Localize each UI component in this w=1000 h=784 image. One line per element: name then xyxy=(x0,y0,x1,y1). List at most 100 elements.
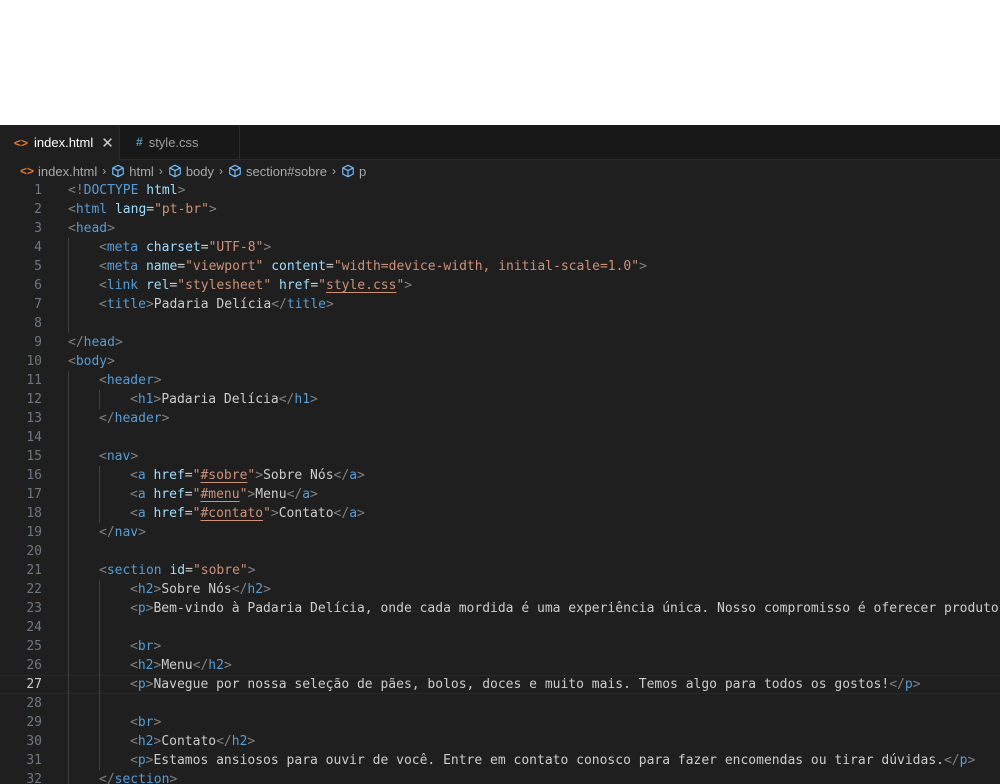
code-attribute: href xyxy=(153,506,185,521)
code-punctuation: </ xyxy=(943,753,960,768)
code-line-content: </header> xyxy=(99,409,169,428)
breadcrumb-item-file[interactable]: <> index.html xyxy=(20,164,97,179)
code-line[interactable]: 23 <p>Bem-vindo à Padaria Delícia, onde c… xyxy=(0,599,1000,618)
code-punctuation: < xyxy=(99,373,107,388)
code-line[interactable]: 8 xyxy=(0,314,1000,333)
code-tag-name: p xyxy=(137,677,146,692)
code-line[interactable]: 5 <meta name="viewport" content="width=de… xyxy=(0,257,1000,276)
code-punctuation: </ xyxy=(333,506,350,521)
code-tag-name: br xyxy=(137,715,154,730)
indent-guide xyxy=(99,751,100,770)
code-punctuation: > xyxy=(138,525,146,540)
code-punctuation: </ xyxy=(889,677,905,692)
code-tag-name: br xyxy=(137,639,154,654)
code-line[interactable]: 20 xyxy=(0,542,1000,561)
code-line[interactable]: 21 <section id="sobre"> xyxy=(0,561,1000,580)
breadcrumb-item-body[interactable]: body xyxy=(168,164,214,179)
code-link[interactable]: #sobre xyxy=(200,468,247,483)
code-link[interactable]: #menu xyxy=(200,487,239,502)
code-line[interactable]: 6 <link rel="stylesheet" href="style.css"… xyxy=(0,276,1000,295)
code-link[interactable]: #contato xyxy=(200,506,263,521)
code-tag-name: a xyxy=(137,487,146,502)
blank-area xyxy=(0,0,1000,125)
code-line[interactable]: 3 <head> xyxy=(0,219,1000,238)
code-line[interactable]: 24 xyxy=(0,618,1000,637)
code-tag-name: meta xyxy=(106,259,139,274)
line-number: 12 xyxy=(26,392,42,407)
indent-guide xyxy=(99,390,100,409)
close-icon[interactable]: ✕ xyxy=(101,134,114,152)
code-tag-name: h1 xyxy=(294,392,311,407)
breadcrumb-item-html[interactable]: html xyxy=(111,164,154,179)
code-punctuation: > xyxy=(263,582,271,597)
code-line[interactable]: 22 <h2>Sobre Nós</h2> xyxy=(0,580,1000,599)
code-line[interactable]: 9 </head> xyxy=(0,333,1000,352)
tab-index-html[interactable]: <> index.html ✕ xyxy=(0,125,120,160)
code-tag-name: p xyxy=(904,677,913,692)
code-line[interactable]: 15 <nav> xyxy=(0,447,1000,466)
code-area[interactable]: 1 <!DOCTYPE html> 2 <html lang="pt-br"> 3 <he… xyxy=(0,181,1000,784)
code-line[interactable]: 2 <html lang="pt-br"> xyxy=(0,200,1000,219)
code-line[interactable]: 26 <h2>Menu</h2> xyxy=(0,656,1000,675)
code-line[interactable]: 16 <a href="#sobre">Sobre Nós</a> xyxy=(0,466,1000,485)
line-number: 32 xyxy=(26,772,42,784)
code-line[interactable]: 7 <title>Padaria Delícia</title> xyxy=(0,295,1000,314)
code-line-content: <a href="#menu">Menu</a> xyxy=(130,485,318,504)
code-line[interactable]: 11 <header> xyxy=(0,371,1000,390)
indent-guide xyxy=(99,580,100,599)
code-line[interactable]: 4 <meta charset="UTF-8"> xyxy=(0,238,1000,257)
code-line[interactable]: 32 </section> xyxy=(0,770,1000,784)
code-text: Contato xyxy=(278,506,334,521)
code-line-content: <!DOCTYPE html> xyxy=(68,181,185,200)
code-line[interactable]: 29 <br> xyxy=(0,713,1000,732)
code-tag-name: body xyxy=(75,354,108,369)
symbol-element-icon xyxy=(341,164,355,178)
code-line[interactable]: 27 <p>Navegue por nossa seleção de pães, … xyxy=(0,675,1000,694)
code-tag-name: h2 xyxy=(137,734,154,749)
line-number: 5 xyxy=(34,259,42,274)
code-line-content: <header> xyxy=(99,371,162,390)
code-line[interactable]: 10 <body> xyxy=(0,352,1000,371)
code-line[interactable]: 18 <a href="#contato">Contato</a> xyxy=(0,504,1000,523)
code-string: "sobre" xyxy=(192,563,248,578)
code-line-content: <h1>Padaria Delícia</h1> xyxy=(130,390,318,409)
code-punctuation: </ xyxy=(99,772,115,784)
code-punctuation: > xyxy=(247,734,256,749)
code-line[interactable]: 30 <h2>Contato</h2> xyxy=(0,732,1000,751)
code-line[interactable]: 17 <a href="#menu">Menu</a> xyxy=(0,485,1000,504)
code-text: = xyxy=(184,506,193,521)
code-text: Menu xyxy=(255,487,287,502)
code-punctuation: < xyxy=(130,601,138,616)
code-string: "stylesheet" xyxy=(177,278,272,293)
indent-guide xyxy=(68,637,69,656)
code-line[interactable]: 28 xyxy=(0,694,1000,713)
code-punctuation: <! xyxy=(68,183,84,198)
code-link[interactable]: style.css xyxy=(326,278,396,293)
breadcrumb-item-p[interactable]: p xyxy=(341,164,366,179)
code-line-content: <a href="#sobre">Sobre Nós</a> xyxy=(130,466,365,485)
code-punctuation: > xyxy=(310,392,318,407)
chevron-right-icon: › xyxy=(102,164,107,178)
code-line[interactable]: 1 <!DOCTYPE html> xyxy=(0,181,1000,200)
code-line[interactable]: 19 </nav> xyxy=(0,523,1000,542)
code-line-content: <link rel="stylesheet" href="style.css"> xyxy=(99,276,412,295)
code-text: Bem-vindo à Padaria Delícia, onde cada m… xyxy=(153,601,1000,616)
code-punctuation: < xyxy=(99,297,107,312)
code-line[interactable]: 12 <h1>Padaria Delícia</h1> xyxy=(0,390,1000,409)
breadcrumb-item-section[interactable]: section#sobre xyxy=(228,164,327,179)
code-text: = xyxy=(177,259,186,274)
code-line[interactable]: 25 <br> xyxy=(0,637,1000,656)
breadcrumb-label: index.html xyxy=(38,163,98,179)
line-number: 28 xyxy=(26,696,42,711)
indent-guide xyxy=(68,314,69,333)
editor-tab-bar: <> index.html ✕ # style.css xyxy=(0,125,1000,160)
code-tag-name: section xyxy=(106,563,162,578)
code-punctuation: > xyxy=(177,183,186,198)
symbol-element-icon xyxy=(111,164,125,178)
code-line[interactable]: 31 <p > Estamos ansiosos para ouvir de você… xyxy=(0,751,1000,770)
tab-style-css[interactable]: # style.css xyxy=(120,125,240,159)
code-line[interactable]: 14 xyxy=(0,428,1000,447)
code-line[interactable]: 13 </header> xyxy=(0,409,1000,428)
indent-guide xyxy=(99,618,100,637)
